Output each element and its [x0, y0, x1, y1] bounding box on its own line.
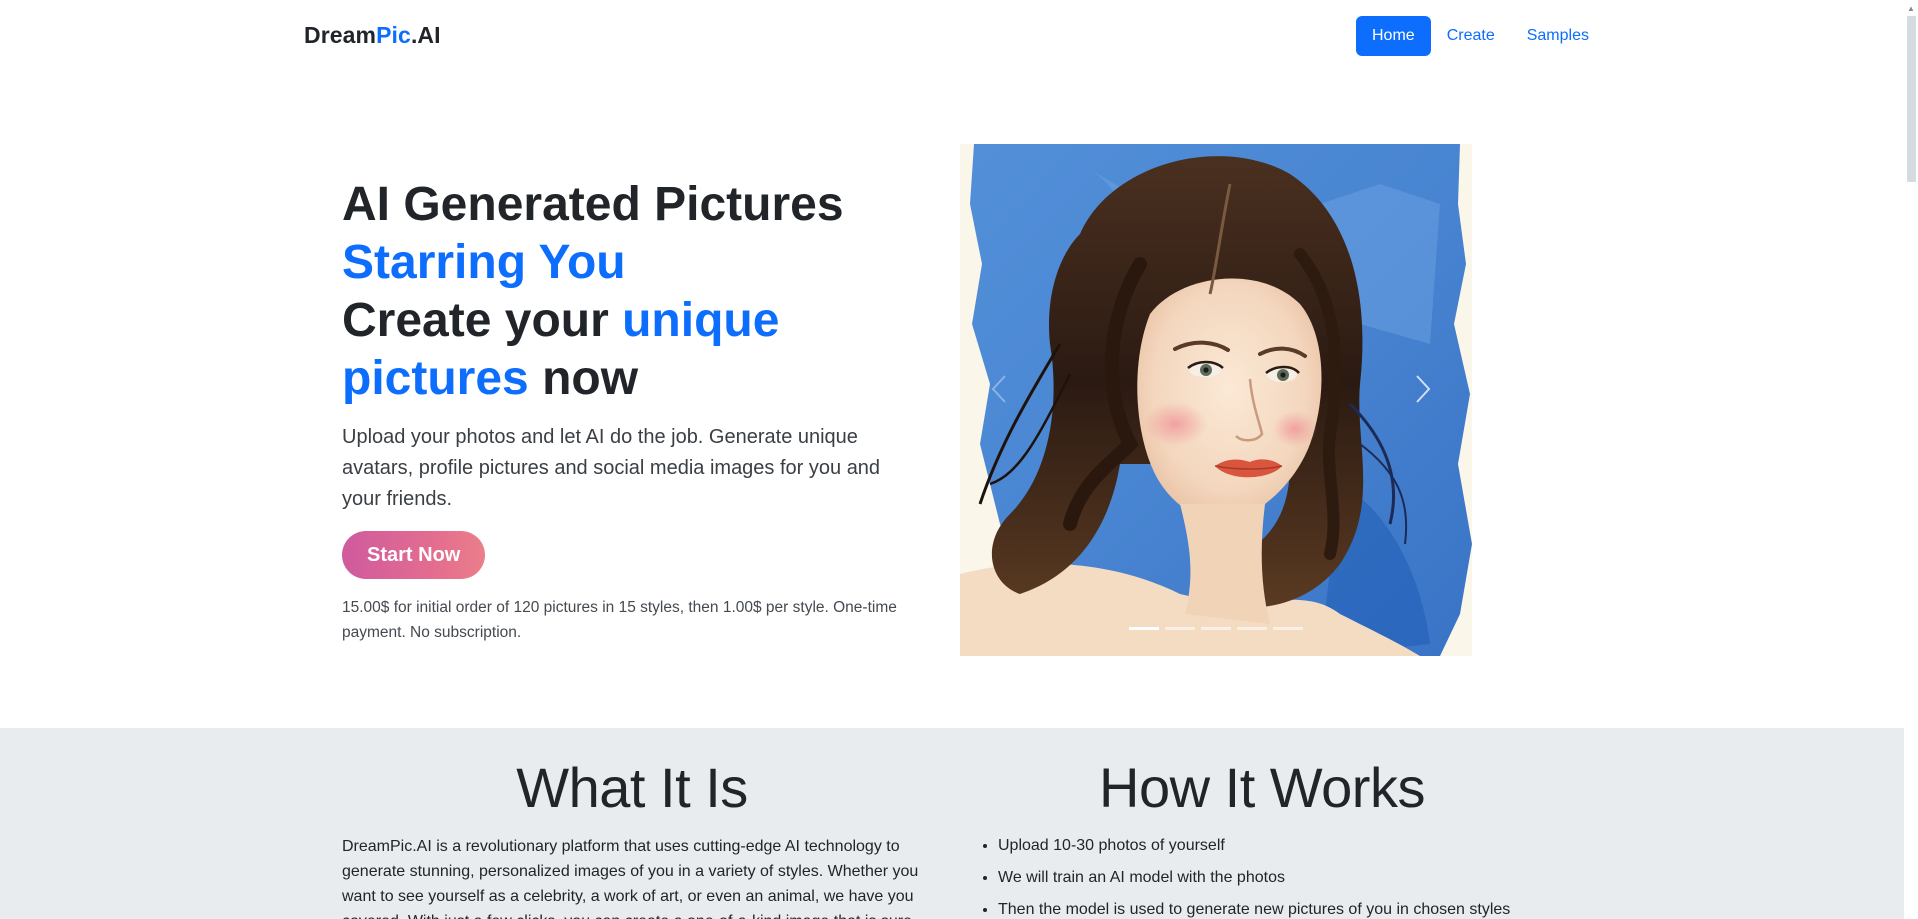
chevron-left-icon — [991, 375, 1006, 403]
what-it-is-body: DreamPic.AI is a revolutionary platform … — [342, 838, 919, 919]
navbar: DreamPic.AI Home Create Samples — [0, 0, 1904, 72]
how-it-works-column: How It Works Upload 10-30 photos of your… — [962, 728, 1562, 919]
brand-part-pic: Pic — [376, 22, 411, 48]
how-it-works-title: How It Works — [1099, 756, 1425, 819]
brand-logo[interactable]: DreamPic.AI — [304, 22, 441, 49]
hero-title-line3a: Create your — [342, 294, 623, 347]
carousel-indicator-3[interactable] — [1201, 627, 1231, 630]
chevron-right-icon — [1416, 375, 1431, 403]
info-section: What It Is DreamPic.AI is a revolutionar… — [0, 728, 1904, 919]
carousel-next-button[interactable] — [1414, 374, 1454, 424]
scrollbar-thumb[interactable] — [1907, 16, 1916, 182]
how-it-works-steps: Upload 10-30 photos of yourself We will … — [962, 834, 1562, 919]
step-item: Upload 10-30 photos of yourself — [998, 834, 1562, 858]
what-it-is-title: What It Is — [516, 756, 748, 819]
carousel-indicators — [960, 627, 1472, 630]
hero-title: AI Generated Pictures Starring You Creat… — [342, 176, 922, 408]
step-item: Then the model is used to generate new p… — [998, 898, 1562, 919]
carousel-indicator-2[interactable] — [1165, 627, 1195, 630]
hero-title-line4a: pictures — [342, 352, 529, 405]
nav-create[interactable]: Create — [1431, 16, 1511, 56]
carousel-indicator-1[interactable] — [1129, 627, 1159, 630]
what-it-is-column: What It Is DreamPic.AI is a revolutionar… — [342, 728, 922, 919]
hero: AI Generated Pictures Starring You Creat… — [342, 176, 922, 645]
hero-title-line2: Starring You — [342, 236, 626, 289]
image-carousel — [960, 144, 1472, 656]
nav-samples[interactable]: Samples — [1511, 16, 1605, 56]
carousel-indicator-5[interactable] — [1273, 627, 1303, 630]
hero-title-line1: AI Generated Pictures — [342, 178, 844, 231]
carousel-image — [960, 144, 1472, 656]
carousel-prev-button[interactable] — [990, 374, 1030, 424]
scroll-up-arrow-icon[interactable]: ▲ — [1907, 4, 1915, 13]
hero-title-line4b: now — [528, 352, 639, 405]
start-now-button[interactable]: Start Now — [342, 531, 486, 579]
page-scrollbar[interactable]: ▲ — [1904, 0, 1918, 919]
brand-part-dream: Dream — [304, 22, 377, 48]
nav-home[interactable]: Home — [1356, 16, 1431, 56]
price-note: 15.00$ for initial order of 120 pictures… — [342, 599, 897, 641]
carousel-indicator-4[interactable] — [1237, 627, 1267, 630]
hero-title-line3b: unique — [622, 294, 780, 347]
hero-lead: Upload your photos and let AI do the job… — [342, 426, 881, 510]
nav-links: Home Create Samples — [1356, 16, 1605, 56]
step-item: We will train an AI model with the photo… — [998, 866, 1562, 890]
brand-part-ai: .AI — [410, 22, 441, 48]
